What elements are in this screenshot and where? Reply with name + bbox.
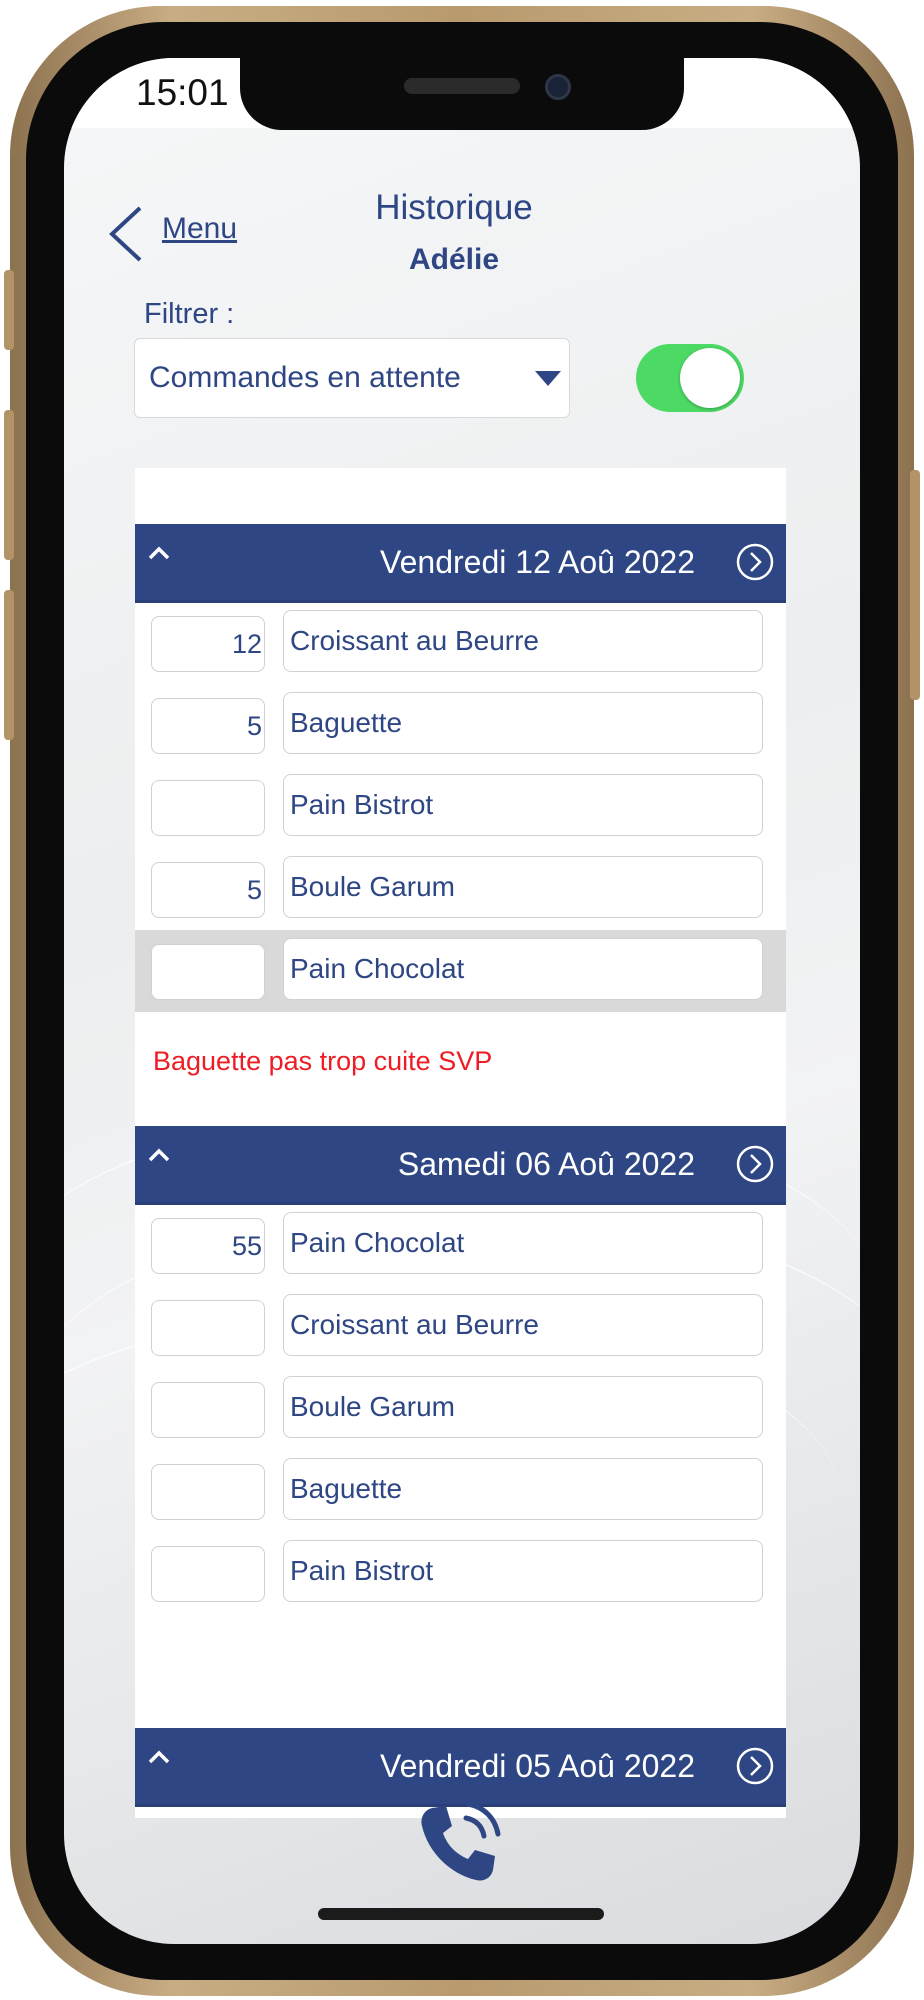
- quantity-field[interactable]: 5: [151, 698, 265, 754]
- filter-toggle[interactable]: [636, 344, 744, 412]
- list-item[interactable]: 55 Pain Chocolat: [135, 1204, 786, 1286]
- circle-chevron-right-icon[interactable]: [735, 542, 775, 582]
- product-name-field[interactable]: Croissant au Beurre: [283, 610, 763, 672]
- quantity-field[interactable]: [151, 1546, 265, 1602]
- chevron-up-icon[interactable]: [147, 538, 171, 568]
- product-name-field[interactable]: Pain Bistrot: [283, 1540, 763, 1602]
- list-item[interactable]: 5 Boule Garum: [135, 848, 786, 930]
- chevron-up-icon[interactable]: [147, 1742, 171, 1772]
- circle-chevron-right-icon[interactable]: [735, 1746, 775, 1786]
- quantity-field[interactable]: [151, 1382, 265, 1438]
- back-menu-link[interactable]: Menu: [162, 212, 237, 246]
- group-date: Vendredi 05 Aoû 2022: [380, 1748, 695, 1784]
- phone-call-icon[interactable]: [414, 1798, 504, 1888]
- order-list: Vendredi 12 Aoû 2022 12 Croissant au Beu…: [135, 468, 786, 1818]
- product-name-field[interactable]: Pain Chocolat: [283, 1212, 763, 1274]
- product-name-field[interactable]: Croissant au Beurre: [283, 1294, 763, 1356]
- page-subtitle: Adélie: [408, 243, 500, 276]
- page-title: Historique: [375, 188, 533, 227]
- quantity-field[interactable]: 55: [151, 1218, 265, 1274]
- filter-dropdown-value: Commandes en attente: [149, 361, 461, 394]
- quantity-field[interactable]: [151, 1464, 265, 1520]
- list-item[interactable]: Pain Bistrot: [135, 766, 786, 848]
- order-note: Baguette pas trop cuite SVP: [153, 1046, 493, 1076]
- group-date: Vendredi 12 Aoû 2022: [380, 544, 695, 580]
- list-item[interactable]: 12 Croissant au Beurre: [135, 602, 786, 684]
- product-name-field[interactable]: Pain Bistrot: [283, 774, 763, 836]
- product-name-field[interactable]: Boule Garum: [283, 1376, 763, 1438]
- home-indicator[interactable]: [318, 1908, 604, 1920]
- list-item[interactable]: Croissant au Beurre: [135, 1286, 786, 1368]
- quantity-field[interactable]: [151, 944, 265, 1000]
- list-item[interactable]: Pain Chocolat: [135, 930, 786, 1012]
- side-button-silent: [4, 270, 14, 350]
- chevron-left-icon[interactable]: [100, 204, 150, 264]
- toggle-knob: [680, 348, 740, 408]
- product-name-field[interactable]: Pain Chocolat: [283, 938, 763, 1000]
- screen: 15:01 Menu Historique Adélie Filtrer : C…: [64, 58, 860, 1944]
- list-item[interactable]: 5 Baguette: [135, 684, 786, 766]
- side-button-volume-up: [4, 410, 14, 560]
- quantity-field[interactable]: [151, 1300, 265, 1356]
- quantity-field[interactable]: 5: [151, 862, 265, 918]
- triangle-down-icon: [535, 371, 561, 386]
- camera: [545, 74, 571, 100]
- speaker: [404, 78, 520, 94]
- product-name-field[interactable]: Baguette: [283, 692, 763, 754]
- group-header[interactable]: Samedi 06 Aoû 2022: [135, 1126, 786, 1205]
- chevron-up-icon[interactable]: [147, 1140, 171, 1170]
- side-button-power: [910, 470, 920, 700]
- list-item[interactable]: Boule Garum: [135, 1368, 786, 1450]
- filter-dropdown[interactable]: Commandes en attente: [134, 338, 570, 418]
- group-header[interactable]: Vendredi 12 Aoû 2022: [135, 524, 786, 603]
- filter-label: Filtrer :: [144, 298, 235, 330]
- list-item[interactable]: Baguette: [135, 1450, 786, 1532]
- side-button-volume-down: [4, 590, 14, 740]
- group-header[interactable]: Vendredi 05 Aoû 2022: [135, 1728, 786, 1807]
- status-time: 15:01: [136, 72, 229, 113]
- notch: [240, 58, 684, 130]
- list-item[interactable]: Pain Bistrot: [135, 1532, 786, 1614]
- quantity-field[interactable]: [151, 780, 265, 836]
- product-name-field[interactable]: Boule Garum: [283, 856, 763, 918]
- circle-chevron-right-icon[interactable]: [735, 1144, 775, 1184]
- product-name-field[interactable]: Baguette: [283, 1458, 763, 1520]
- group-date: Samedi 06 Aoû 2022: [397, 1146, 695, 1182]
- quantity-field[interactable]: 12: [151, 616, 265, 672]
